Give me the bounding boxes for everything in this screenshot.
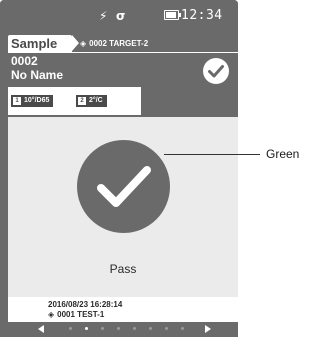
diamond-target-icon: ◈ <box>48 310 55 319</box>
clock: 12:34 <box>181 8 223 23</box>
condition-2-index: 2 <box>78 97 86 105</box>
check-circle-icon <box>203 58 229 84</box>
measurement-footer: 2016/08/23 16:28:14 ◈ 0001 TEST-1 <box>8 297 238 322</box>
condition-2-value: 2°/C <box>89 97 103 104</box>
page-dot <box>165 327 168 330</box>
battery-level <box>166 12 176 18</box>
next-page-arrow-icon[interactable] <box>205 325 211 333</box>
condition-strip-blank <box>141 85 238 117</box>
device-screen: ⚡ σ 12:34 Sample ◈ 0002 TARGET-2 0002 No … <box>0 0 238 337</box>
page-dot <box>149 327 152 330</box>
sample-header: 0002 No Name <box>8 52 238 85</box>
page-dot <box>101 327 104 330</box>
tab-sample[interactable]: Sample <box>8 35 79 52</box>
sigma-icon: σ <box>116 9 126 23</box>
pass-check-icon <box>77 140 170 233</box>
condition-1-value: 10°/D65 <box>24 97 50 104</box>
page-dot <box>117 327 120 330</box>
callout-line <box>164 154 260 155</box>
condition-1-index: 1 <box>13 97 21 105</box>
observer-illuminant-strip: 1 10°/D65 2 2°/C <box>8 85 238 117</box>
reference-target: ◈ 0001 TEST-1 <box>48 310 104 320</box>
battery-icon <box>164 10 181 20</box>
sample-name: No Name <box>11 68 64 82</box>
condition-1[interactable]: 1 10°/D65 <box>11 95 54 107</box>
pass-label: Pass <box>109 262 137 276</box>
callout-label: Green <box>266 147 300 161</box>
page-dot <box>85 327 88 330</box>
target-label-text: 0002 TARGET-2 <box>89 39 149 48</box>
measurement-datetime: 2016/08/23 16:28:14 <box>48 300 123 309</box>
target-label[interactable]: ◈ 0002 TARGET-2 <box>80 38 148 50</box>
diamond-target-icon: ◈ <box>80 39 87 48</box>
reference-label: 0001 TEST-1 <box>57 310 105 319</box>
page-dot <box>133 327 136 330</box>
page-indicator <box>0 322 238 337</box>
previous-page-arrow-icon[interactable] <box>38 325 44 333</box>
result-panel: Pass <box>8 117 238 297</box>
condition-box: 1 10°/D65 2 2°/C <box>8 87 141 115</box>
page-dot <box>69 327 72 330</box>
sample-number: 0002 <box>11 54 38 68</box>
page-dot <box>181 327 184 330</box>
status-bar: ⚡ σ 12:34 <box>0 0 238 32</box>
lightning-icon: ⚡ <box>99 9 108 23</box>
condition-2[interactable]: 2 2°/C <box>76 95 107 107</box>
